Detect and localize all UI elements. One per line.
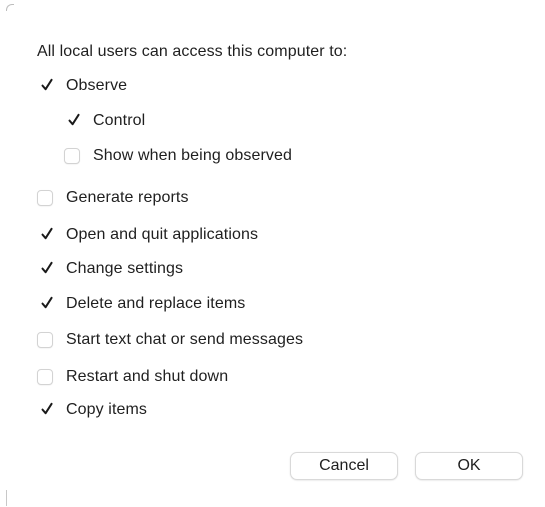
checkbox-box[interactable] [37,369,53,385]
checkbox-label: Restart and shut down [66,368,229,385]
checkbox-copy-items[interactable]: Copy items [37,399,147,421]
checkbox-label: Copy items [66,401,148,418]
checkbox-box[interactable] [37,227,53,243]
checkbox-box[interactable] [37,261,53,277]
checkbox-label: Generate reports [66,189,189,206]
dialog-edge [6,490,7,506]
checkbox-label: Open and quit applications [66,226,259,243]
checkbox-restart-shutdown[interactable]: Restart and shut down [37,366,228,388]
checkbox-label: Control [93,112,146,129]
checkbox-box[interactable] [37,402,53,418]
checkbox-delete-replace[interactable]: Delete and replace items [37,293,245,315]
checkbox-label: Delete and replace items [66,295,246,312]
checkmark-icon [41,78,53,91]
checkbox-label: Change settings [66,260,184,277]
dialog-corner [6,4,14,11]
checkbox-generate-reports[interactable]: Generate reports [37,187,189,209]
checkbox-box[interactable] [37,190,53,206]
checkmark-icon [41,227,53,240]
checkbox-observe[interactable]: Observe [37,75,127,97]
checkbox-box[interactable] [37,78,53,94]
checkbox-box[interactable] [64,148,80,164]
cancel-button[interactable]: Cancel [290,452,398,480]
checkmark-icon [41,261,53,274]
checkmark-icon [68,113,80,126]
checkbox-open-quit-apps[interactable]: Open and quit applications [37,224,258,246]
checkbox-label: Observe [66,77,128,94]
checkbox-control[interactable]: Control [64,110,145,132]
checkbox-show-when-observed[interactable]: Show when being observed [64,145,292,167]
checkbox-box[interactable] [37,332,53,348]
dialog-heading: All local users can access this computer… [37,43,348,60]
ok-button[interactable]: OK [415,452,523,480]
checkbox-text-chat[interactable]: Start text chat or send messages [37,329,303,351]
checkmark-icon [41,296,53,309]
checkbox-box[interactable] [37,296,53,312]
checkmark-icon [41,402,53,415]
access-settings-dialog: All local users can access this computer… [6,4,544,506]
checkbox-label: Show when being observed [93,147,292,164]
checkbox-change-settings[interactable]: Change settings [37,258,183,280]
checkbox-box[interactable] [64,113,80,129]
checkbox-label: Start text chat or send messages [66,331,304,348]
